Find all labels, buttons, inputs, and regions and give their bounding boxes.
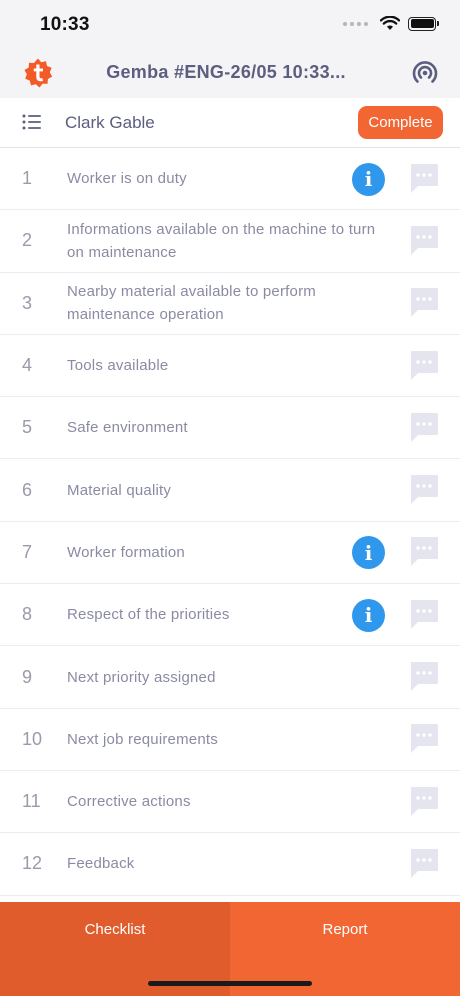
checklist-row[interactable]: 12 Feedback — [0, 833, 460, 896]
comment-icon[interactable] — [409, 536, 439, 568]
comment-icon[interactable] — [409, 412, 439, 444]
info-icon[interactable]: i — [352, 598, 385, 632]
row-number: 1 — [22, 168, 33, 189]
comment-icon[interactable] — [409, 474, 439, 506]
broadcast-icon[interactable] — [410, 58, 440, 88]
complete-button[interactable]: Complete — [358, 106, 443, 139]
row-label: Informations available on the machine to… — [67, 220, 376, 261]
row-number: 10 — [22, 728, 43, 749]
row-label: Safe environment — [67, 419, 188, 437]
list-icon[interactable] — [22, 113, 42, 131]
sub-header: Clark Gable Complete — [0, 98, 460, 148]
row-label: Worker formation — [67, 543, 185, 561]
row-number: 8 — [22, 604, 33, 625]
checklist-row[interactable]: 9 Next priority assigned — [0, 646, 460, 709]
comment-icon[interactable] — [409, 225, 439, 257]
checklist-row[interactable]: 11 Corrective actions — [0, 771, 460, 834]
row-label: Corrective actions — [67, 793, 191, 811]
comment-icon[interactable] — [409, 287, 439, 319]
row-label: Tools available — [67, 357, 169, 375]
comment-icon[interactable] — [409, 350, 439, 382]
comment-icon[interactable] — [409, 599, 439, 631]
checklist-row[interactable]: 6 Material quality — [0, 459, 460, 522]
comment-icon[interactable] — [409, 661, 439, 693]
battery-icon — [408, 16, 439, 31]
status-icons — [343, 16, 439, 31]
row-number: 11 — [22, 791, 41, 812]
app-header: Gemba #ENG-26/05 10:33... — [0, 48, 460, 98]
checklist-row[interactable]: 2 Informations available on the machine t… — [0, 210, 460, 273]
row-number: 5 — [22, 417, 33, 438]
row-label: Next priority assigned — [67, 668, 216, 686]
checklist-row[interactable]: 1 Worker is on duty i — [0, 148, 460, 211]
row-number: 3 — [22, 292, 33, 313]
row-number: 6 — [22, 479, 33, 500]
checklist: 1 Worker is on duty i 2 Informations availab… — [0, 148, 460, 896]
comment-icon[interactable] — [409, 163, 439, 195]
row-label: Feedback — [67, 855, 135, 873]
row-number: 4 — [22, 355, 33, 376]
info-icon[interactable]: i — [352, 162, 385, 196]
row-number: 7 — [22, 541, 33, 562]
home-indicator — [148, 981, 312, 986]
checklist-row[interactable]: 10 Next job requirements — [0, 709, 460, 771]
row-label: Next job requirements — [67, 730, 218, 748]
checklist-row[interactable]: 4 Tools available — [0, 335, 460, 398]
comment-icon[interactable] — [409, 848, 439, 880]
row-label: Respect of the priorities — [67, 606, 230, 624]
row-number: 2 — [22, 230, 33, 251]
tab-report-label: Report — [322, 921, 368, 938]
checklist-row[interactable]: 5 Safe environment — [0, 397, 460, 460]
comment-icon[interactable] — [409, 786, 439, 818]
checklist-row[interactable]: 3 Nearby material available to perform ma… — [0, 273, 460, 335]
page-title: Gemba #ENG-26/05 10:33... — [106, 62, 346, 82]
checklist-row[interactable]: 7 Worker formation i — [0, 522, 460, 585]
status-time: 10:33 — [40, 14, 90, 35]
row-number: 12 — [22, 853, 43, 874]
row-label: Worker is on duty — [67, 170, 187, 188]
checklist-row[interactable]: 8 Respect of the priorities i — [0, 584, 460, 647]
comment-icon[interactable] — [409, 723, 439, 755]
status-bar: 10:33 — [0, 0, 460, 48]
row-label: Nearby material available to perform mai… — [67, 283, 316, 324]
cellular-signal-icon — [343, 21, 368, 26]
wifi-icon — [380, 16, 400, 30]
tab-checklist-label: Checklist — [84, 921, 146, 938]
row-label: Material quality — [67, 481, 172, 499]
app-logo-icon[interactable] — [22, 57, 54, 89]
user-name: Clark Gable — [65, 113, 155, 132]
row-number: 9 — [22, 666, 33, 687]
